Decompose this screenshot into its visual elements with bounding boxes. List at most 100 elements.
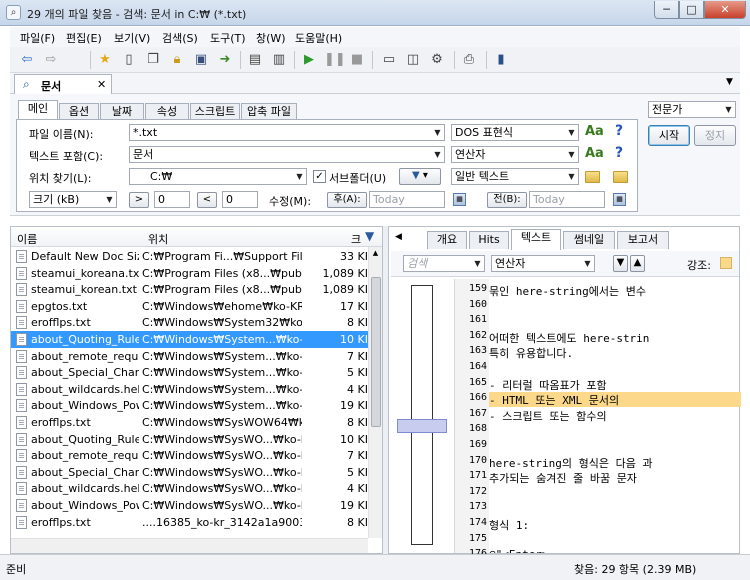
- calendar-icon[interactable]: ▦: [613, 193, 626, 206]
- case-sensitive-icon[interactable]: Aa: [585, 146, 604, 161]
- table-row[interactable]: about_Windows_Pow...C:₩Windows₩System...…: [11, 397, 368, 414]
- table-row[interactable]: steamui_koreana.txt C:₩Program Files (x8.…: [11, 265, 368, 282]
- start-button[interactable]: 시작: [648, 125, 690, 146]
- subfolders-checkbox[interactable]: ✓: [313, 170, 326, 183]
- export-icon[interactable]: ➜: [216, 51, 234, 69]
- table-row[interactable]: about_wildcards.help....C:₩Windows₩Syste…: [11, 381, 368, 398]
- table-row[interactable]: about_remote_require...C:₩Windows₩SysWO.…: [11, 447, 368, 464]
- clipboard-icon[interactable]: ▥: [270, 51, 288, 69]
- tab-list-chevron-icon[interactable]: ▼: [726, 77, 733, 87]
- after-button[interactable]: 후(A):: [327, 192, 367, 208]
- table-row[interactable]: Default New Doc Siz...C:₩Program Fi...₩S…: [11, 248, 368, 265]
- menu-edit[interactable]: 편집(E): [66, 30, 102, 46]
- before-button[interactable]: 전(B):: [487, 192, 527, 208]
- tab-text[interactable]: 텍스트: [511, 229, 561, 250]
- menu-search[interactable]: 검색(S): [162, 30, 198, 46]
- table-row[interactable]: about_Special_Charac...C:₩Windows₩System…: [11, 364, 368, 381]
- table-row[interactable]: steamui_korean.txt C:₩Program Files (x8..…: [11, 281, 368, 298]
- tab-report[interactable]: 보고서: [617, 231, 669, 249]
- favorites-icon[interactable]: ★: [96, 51, 114, 69]
- minimize-button[interactable]: ─: [654, 1, 679, 19]
- column-filter-icon[interactable]: ▼: [365, 229, 374, 243]
- column-path-header[interactable]: 위치: [148, 231, 168, 247]
- save-icon[interactable]: ▣: [192, 51, 210, 69]
- scroll-up-icon[interactable]: ▲: [371, 249, 380, 257]
- tab-summary[interactable]: 개요: [427, 231, 467, 249]
- after-date-input[interactable]: Today: [369, 191, 445, 208]
- folder-icon[interactable]: [585, 171, 600, 183]
- size-greater-button[interactable]: >: [129, 192, 149, 208]
- tab-archive[interactable]: 압축 파일: [241, 103, 297, 120]
- highlight-color-swatch[interactable]: [720, 257, 732, 269]
- size-unit-select[interactable]: 크기 (kB) ▼: [29, 191, 117, 208]
- location-mode-select[interactable]: 일반 텍스트 ▼: [451, 168, 579, 185]
- document-map-viewport[interactable]: [397, 419, 447, 433]
- lock-icon[interactable]: 🔒︎: [168, 51, 186, 69]
- report-icon[interactable]: ▤: [246, 51, 264, 69]
- preview-search-input[interactable]: 검색 ▼: [403, 255, 485, 272]
- tab-close-icon[interactable]: ✕: [97, 78, 106, 91]
- preview-mode-select[interactable]: 연산자 ▼: [491, 255, 595, 272]
- menu-view[interactable]: 보기(V): [114, 30, 150, 46]
- folders-icon[interactable]: [613, 171, 628, 183]
- filename-input[interactable]: *.txt ▼: [129, 124, 445, 141]
- help-icon[interactable]: ?: [615, 123, 623, 139]
- table-row[interactable]: epgtos.txt C:₩Windows₩ehome₩ko-KR₩ 17 KI: [11, 298, 368, 315]
- new-icon[interactable]: ▯: [120, 51, 138, 69]
- table-row[interactable]: about_Windows_Pow...C:₩Windows₩SysWO...₩…: [11, 497, 368, 514]
- size-less-button[interactable]: <: [197, 192, 217, 208]
- layout2-icon[interactable]: ◫: [404, 51, 422, 69]
- menu-help[interactable]: 도움말(H): [295, 30, 342, 46]
- document-map[interactable]: [391, 279, 455, 553]
- tab-main[interactable]: 메인: [18, 100, 58, 120]
- previous-hit-button[interactable]: ▲: [630, 255, 645, 272]
- scroll-thumb[interactable]: [371, 277, 381, 427]
- layout1-icon[interactable]: ▭: [380, 51, 398, 69]
- document-tab[interactable]: ⌕ 문서 ✕: [14, 74, 112, 95]
- back-icon[interactable]: ⇦: [18, 51, 36, 69]
- start-icon[interactable]: ▶: [300, 51, 318, 69]
- tab-hits[interactable]: Hits: [469, 231, 509, 249]
- next-hit-button[interactable]: ▼: [613, 255, 628, 272]
- menu-tools[interactable]: 도구(T): [210, 30, 246, 46]
- table-row[interactable]: about_Quoting_Rules....C:₩Windows₩System…: [11, 331, 368, 348]
- tab-attributes[interactable]: 속성: [145, 103, 189, 120]
- table-row[interactable]: about_Special_Charac...C:₩Windows₩SysWO.…: [11, 464, 368, 481]
- list-vertical-scrollbar[interactable]: ▲: [368, 247, 382, 538]
- list-horizontal-scrollbar[interactable]: [11, 538, 368, 553]
- print-icon[interactable]: ⎙: [460, 51, 478, 69]
- table-row[interactable]: erofflps.txt ....16385_ko-kr_3142a1a90034…: [11, 514, 368, 531]
- case-sensitive-icon[interactable]: Aa: [585, 124, 604, 139]
- maximize-button[interactable]: □: [679, 1, 704, 19]
- mode-select[interactable]: 전문가 ▼: [648, 101, 736, 118]
- pause-icon[interactable]: ❚❚: [324, 51, 346, 69]
- settings-icon[interactable]: ⚙: [428, 51, 446, 69]
- stop-button[interactable]: 정지: [694, 125, 736, 146]
- tab-scroll-left-icon[interactable]: ◀: [395, 232, 402, 242]
- info-icon[interactable]: ▮: [492, 51, 510, 69]
- help-icon[interactable]: ?: [615, 145, 623, 161]
- forward-icon[interactable]: ⇨: [42, 51, 60, 69]
- table-row[interactable]: erofflps.txt C:₩Windows₩System32₩ko-KR₩ 8 …: [11, 314, 368, 331]
- table-row[interactable]: about_remote_require...C:₩Windows₩System…: [11, 348, 368, 365]
- before-date-input[interactable]: Today: [529, 191, 605, 208]
- copy-icon[interactable]: ❐: [144, 51, 162, 69]
- table-row[interactable]: about_Quoting_Rules....C:₩Windows₩SysWO.…: [11, 431, 368, 448]
- tab-dates[interactable]: 날짜: [100, 103, 144, 120]
- table-row[interactable]: about_wildcards.help....C:₩Windows₩SysWO…: [11, 480, 368, 497]
- location-input[interactable]: C:₩ ▼: [129, 168, 307, 185]
- menu-window[interactable]: 창(W): [256, 30, 286, 46]
- stop-icon[interactable]: ■: [348, 51, 366, 69]
- close-window-button[interactable]: ✕: [704, 1, 746, 19]
- tab-script[interactable]: 스크립트: [190, 103, 240, 120]
- tab-thumbnails[interactable]: 썸네일: [563, 231, 615, 249]
- text-mode-select[interactable]: 연산자 ▼: [451, 146, 579, 163]
- menu-file[interactable]: 파일(F): [20, 30, 55, 46]
- filename-mode-select[interactable]: DOS 표현식 ▼: [451, 124, 579, 141]
- filter-button[interactable]: ▼ ▾: [399, 168, 441, 185]
- column-size-header[interactable]: 크: [351, 231, 361, 247]
- calendar-icon[interactable]: ▦: [453, 193, 466, 206]
- size-max-input[interactable]: 0: [222, 191, 258, 208]
- column-name-header[interactable]: 이름: [17, 231, 37, 247]
- table-row[interactable]: erofflps.txt C:₩Windows₩SysWOW64₩ko-KR₩ 8 …: [11, 414, 368, 431]
